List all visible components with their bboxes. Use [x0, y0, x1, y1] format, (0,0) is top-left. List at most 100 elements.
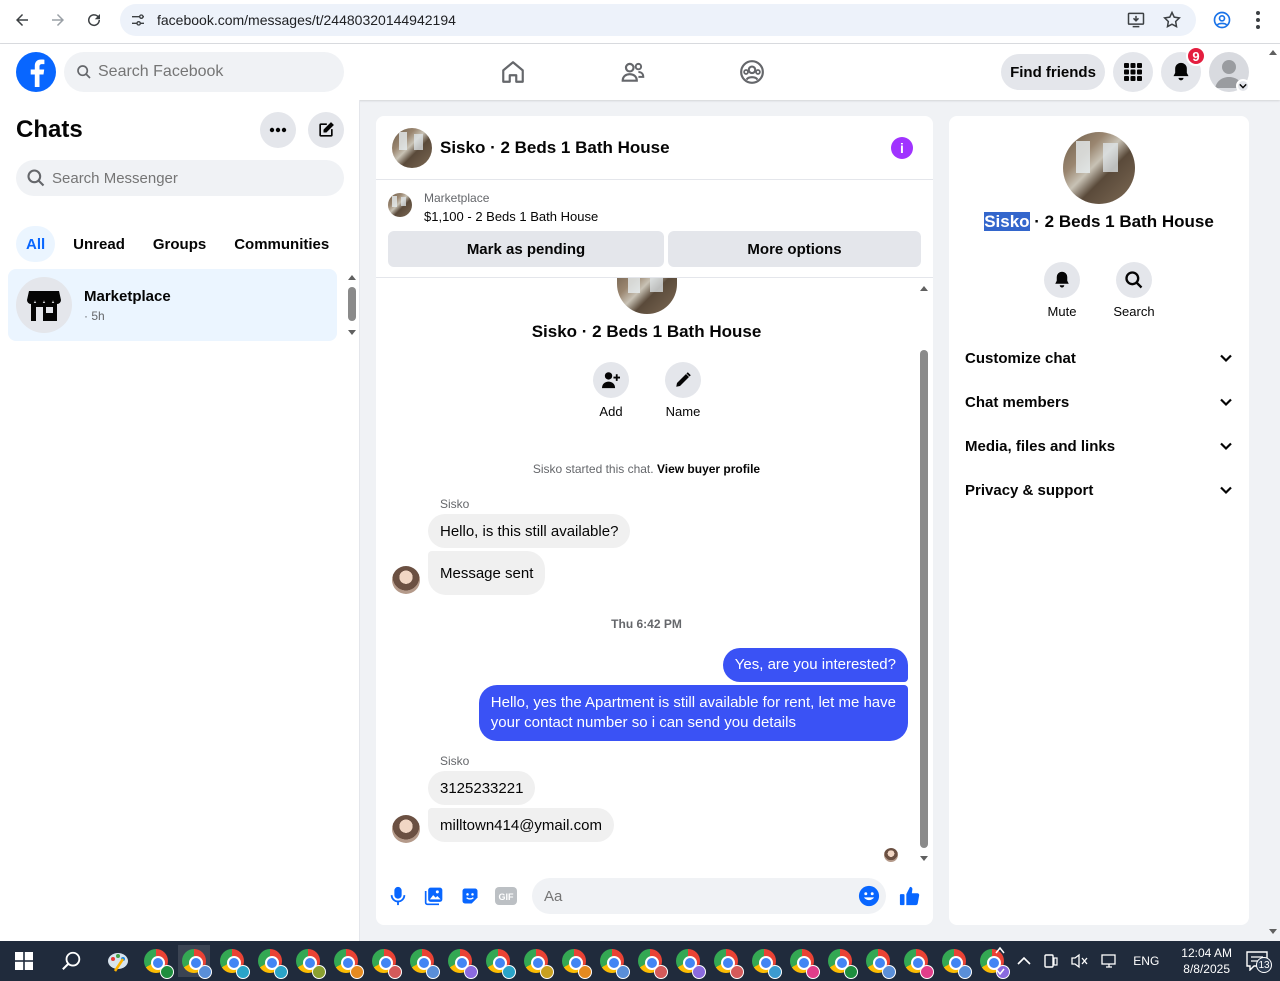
incoming-message[interactable]: Hello, is this still available? — [428, 514, 631, 548]
chat-members-section[interactable]: Chat members — [965, 380, 1233, 424]
new-message-button[interactable] — [308, 112, 344, 148]
gif-icon[interactable]: GIF — [494, 884, 518, 908]
customize-chat-section[interactable]: Customize chat — [965, 336, 1233, 380]
taskbar-chrome-window[interactable] — [444, 945, 478, 979]
volume-muted-icon[interactable] — [1071, 953, 1089, 969]
microphone-icon[interactable] — [386, 884, 410, 908]
taskbar-chrome-window[interactable] — [140, 945, 174, 979]
facebook-logo[interactable] — [16, 52, 56, 92]
taskbar-chrome-window[interactable] — [596, 945, 630, 979]
taskbar-chrome-window[interactable] — [330, 945, 364, 979]
bookmark-star-icon[interactable] — [1162, 10, 1182, 30]
taskbar-chrome-window[interactable] — [558, 945, 592, 979]
taskbar-chrome-window[interactable] — [710, 945, 744, 979]
incoming-message[interactable]: Message sent — [428, 551, 546, 595]
forward-button[interactable] — [40, 2, 76, 38]
incoming-message[interactable]: 3125233221 — [428, 771, 536, 805]
taskbar-chrome-window[interactable] — [672, 945, 706, 979]
taskbar-chrome-window[interactable] — [178, 945, 212, 979]
edit-name-action[interactable]: Name — [653, 362, 713, 419]
photo-icon[interactable] — [422, 884, 446, 908]
emoji-icon[interactable] — [858, 885, 880, 907]
add-people-action[interactable]: Add — [581, 362, 641, 419]
listing-small-thumbnail[interactable] — [388, 193, 412, 217]
taskbar-search-button[interactable] — [56, 945, 88, 977]
taskbar-chrome-window[interactable] — [634, 945, 668, 979]
facebook-f-icon — [30, 59, 45, 87]
kebab-menu-icon[interactable] — [1250, 10, 1266, 30]
taskbar-chrome-window[interactable] — [824, 945, 858, 979]
mute-action[interactable]: Mute — [1032, 262, 1092, 319]
account-chevron-icon[interactable] — [1236, 79, 1250, 93]
show-hidden-icons[interactable] — [1017, 956, 1031, 966]
media-files-links-section[interactable]: Media, files and links — [965, 424, 1233, 468]
privacy-support-section[interactable]: Privacy & support — [965, 468, 1233, 512]
site-info-icon[interactable] — [122, 4, 154, 36]
find-friends-button[interactable]: Find friends — [1001, 54, 1105, 90]
start-button[interactable] — [8, 945, 40, 977]
search-in-chat-action[interactable]: Search — [1104, 262, 1164, 319]
message-input[interactable] — [544, 887, 844, 905]
incoming-message[interactable]: milltown414@ymail.com — [428, 808, 614, 842]
more-options-button[interactable]: More options — [668, 231, 921, 267]
groups-nav[interactable] — [732, 54, 772, 90]
install-app-icon[interactable] — [1126, 10, 1146, 30]
outgoing-message[interactable]: Hello, yes the Apartment is still availa… — [478, 685, 908, 741]
taskbar-chrome-window[interactable] — [900, 945, 934, 979]
thumbs-up-icon[interactable] — [898, 884, 922, 908]
taskbar-app-paint[interactable] — [102, 945, 134, 977]
taskbar-chrome-window[interactable] — [520, 945, 554, 979]
conversation-title[interactable]: Sisko · 2 Beds 1 Bath House — [440, 138, 670, 158]
taskbar-chrome-window[interactable] — [406, 945, 440, 979]
listing-thumbnail[interactable] — [392, 127, 432, 168]
back-button[interactable] — [4, 2, 40, 38]
taskbar-chrome-window[interactable] — [368, 945, 402, 979]
reload-button[interactable] — [76, 2, 112, 38]
view-buyer-profile-link[interactable]: View buyer profile — [657, 462, 760, 476]
sticker-icon[interactable] — [458, 884, 482, 908]
sender-avatar[interactable] — [392, 566, 420, 594]
filter-groups[interactable]: Groups — [141, 226, 218, 262]
sender-avatar[interactable] — [392, 815, 420, 843]
taskbar-chrome-window[interactable] — [292, 945, 326, 979]
taskbar-chrome-window[interactable] — [786, 945, 820, 979]
chat-options-button[interactable] — [260, 112, 296, 148]
add-person-icon — [602, 372, 620, 389]
filter-all[interactable]: All — [16, 226, 56, 262]
taskbar-chrome-window[interactable] — [216, 945, 250, 979]
input-language[interactable]: ENG — [1133, 954, 1159, 968]
address-bar[interactable]: facebook.com/messages/t/2448032014494219… — [120, 4, 1196, 36]
friends-nav[interactable] — [613, 54, 653, 90]
clock[interactable]: 12:04 AM 8/8/2025 — [1181, 945, 1232, 977]
mark-pending-button[interactable]: Mark as pending — [388, 231, 664, 267]
profile-badge-icon — [388, 965, 402, 979]
facebook-search-input[interactable] — [98, 63, 298, 81]
notification-center[interactable]: 13 — [1246, 951, 1272, 973]
taskbar-chrome-window[interactable] — [748, 945, 782, 979]
messenger-search-input[interactable] — [52, 169, 312, 187]
filter-unread[interactable]: Unread — [59, 226, 137, 262]
messenger-search[interactable] — [16, 160, 344, 196]
thread-scrollbar[interactable] — [918, 284, 930, 864]
outgoing-message[interactable]: Yes, are you interested? — [722, 648, 908, 682]
page-scrollbar[interactable] — [1266, 44, 1280, 941]
device-icon[interactable] — [1043, 953, 1059, 969]
facebook-search[interactable] — [64, 52, 344, 92]
chat-list-scrollbar[interactable] — [346, 272, 358, 338]
chat-list-item[interactable]: Marketplace · 5h — [8, 269, 337, 341]
listing-price-title[interactable]: $1,100 - 2 Beds 1 Bath House — [424, 209, 598, 224]
home-nav[interactable] — [493, 54, 533, 90]
info-icon[interactable]: i — [891, 137, 913, 159]
reload-icon — [88, 14, 101, 27]
bell-icon — [1055, 271, 1069, 288]
taskbar-chrome-window[interactable] — [862, 945, 896, 979]
taskbar-scroll-icon[interactable] — [995, 946, 1005, 976]
taskbar-chrome-window[interactable] — [482, 945, 516, 979]
message-input-box[interactable] — [532, 878, 886, 914]
menu-button[interactable] — [1113, 52, 1153, 92]
taskbar-chrome-window[interactable] — [938, 945, 972, 979]
filter-communities[interactable]: Communities — [222, 226, 341, 262]
profile-icon[interactable] — [1212, 10, 1232, 30]
taskbar-chrome-window[interactable] — [254, 945, 288, 979]
network-icon[interactable] — [1101, 953, 1119, 969]
